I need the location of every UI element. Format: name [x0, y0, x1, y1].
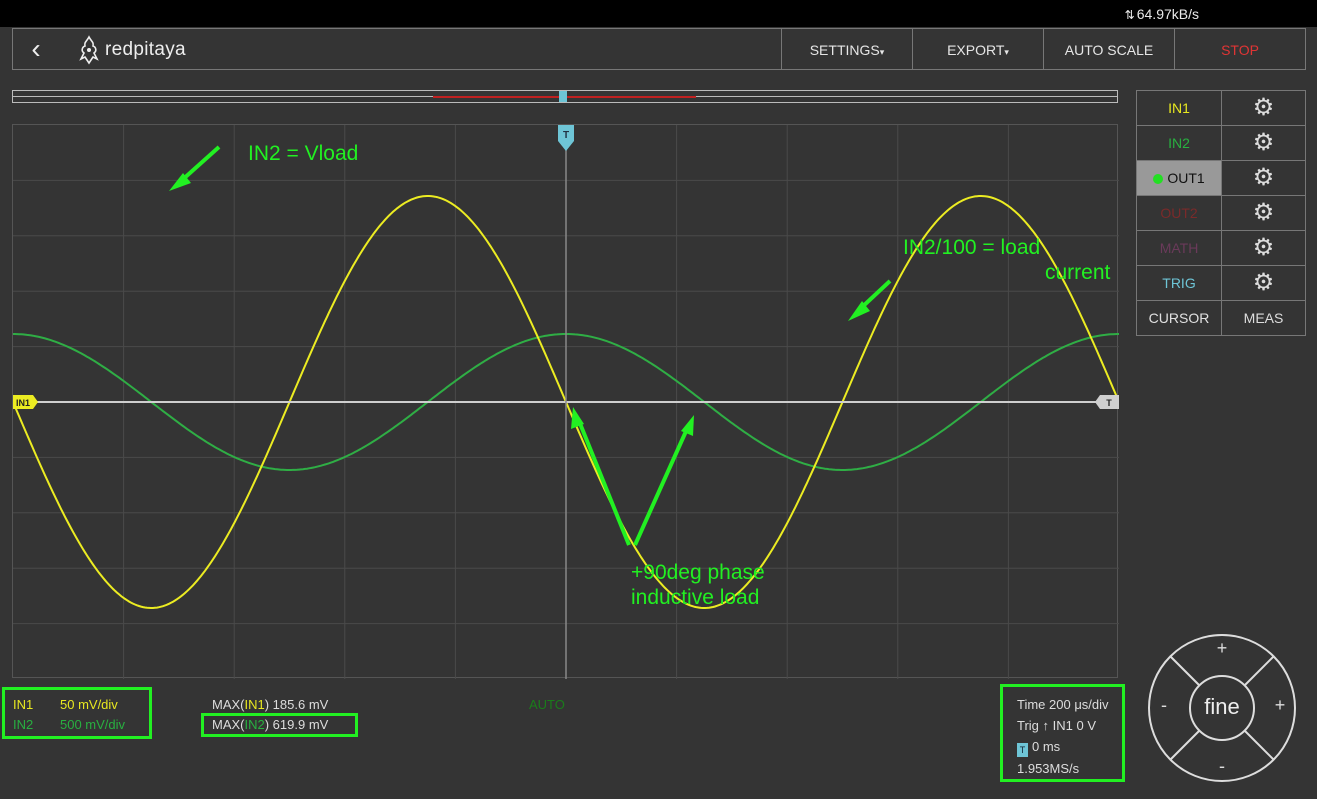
top-status-bar: ⇅ 64.97kB/s	[0, 0, 1317, 27]
gear-icon[interactable]: ⚙	[1222, 161, 1305, 195]
channel-row-math: MATH ⚙	[1137, 231, 1305, 266]
in2-scale-value: 500 mV/div	[60, 717, 126, 732]
speed-value: 64.97kB/s	[1136, 6, 1199, 22]
network-speed: ⇅ 64.97kB/s	[1125, 6, 1199, 22]
fine-button[interactable]: fine	[1190, 694, 1254, 720]
annotation-phase-line1: +90deg phase	[631, 561, 765, 584]
sample-rate: 1.953MS/s	[1017, 761, 1080, 776]
trigger-time-marker[interactable]: T	[558, 125, 574, 151]
trig-prefix: Trig	[1017, 718, 1039, 733]
m1-prefix: MAX(	[212, 697, 245, 712]
annotation-current-line1: IN2/100 = load	[903, 236, 1041, 259]
channel-row-out1: OUT1 ⚙	[1137, 161, 1305, 196]
m2-channel: IN2	[244, 717, 265, 732]
navigation-knob: fine + - + -	[1146, 632, 1298, 784]
in1-offset-marker[interactable]: IN1	[13, 395, 38, 409]
measurement-in2-box: MAX(IN2) 619.9 mV	[201, 713, 358, 737]
knob-right-button[interactable]: +	[1270, 695, 1290, 716]
gear-icon[interactable]: ⚙	[1222, 126, 1305, 160]
annotation-phase-line2: inductive load	[631, 586, 760, 609]
waveform-plot: T IN1 T	[13, 125, 1119, 679]
back-button[interactable]: ‹	[21, 33, 51, 65]
trigger-badge-icon: T	[1017, 743, 1028, 757]
transfer-arrows-icon: ⇅	[1124, 8, 1135, 22]
m1-value: ) 185.6 mV	[264, 697, 329, 712]
trigger-time-marker-label: T	[563, 130, 569, 141]
in1-scale-label: IN1	[13, 697, 34, 712]
active-dot-icon	[1153, 174, 1164, 184]
tools-row: CURSOR MEAS	[1137, 301, 1305, 336]
settings-label: SETTINGS	[809, 42, 880, 58]
trig-source: IN1 0 V	[1052, 718, 1097, 733]
cursor-button[interactable]: CURSOR	[1137, 301, 1222, 335]
export-menu-button[interactable]: EXPORT▾	[912, 29, 1043, 69]
channel-in1-button[interactable]: IN1	[1137, 91, 1222, 125]
gear-icon[interactable]: ⚙	[1222, 91, 1305, 125]
channel-out1-label: OUT1	[1167, 170, 1205, 186]
trigger-mode: AUTO	[529, 697, 565, 712]
stop-label: STOP	[1221, 42, 1259, 58]
channel-row-out2: OUT2 ⚙	[1137, 196, 1305, 231]
channel-math-button[interactable]: MATH	[1137, 231, 1222, 265]
trigger-level-marker[interactable]: T	[1095, 395, 1119, 409]
gear-icon[interactable]: ⚙	[1222, 196, 1305, 230]
rising-edge-icon: ↑	[1042, 718, 1050, 733]
trigger-level-marker-label: T	[1106, 398, 1112, 408]
channel-trig-button[interactable]: TRIG	[1137, 266, 1222, 300]
channel-row-in2: IN2 ⚙	[1137, 126, 1305, 161]
settings-menu-button[interactable]: SETTINGS▾	[781, 29, 912, 69]
channel-panel: IN1 ⚙ IN2 ⚙ OUT1 ⚙ OUT2 ⚙ MATH ⚙ TRIG ⚙ …	[1136, 90, 1306, 336]
channel-out1-button[interactable]: OUT1	[1137, 161, 1222, 195]
buffer-trigger-marker[interactable]	[559, 91, 567, 102]
channel-out2-button[interactable]: OUT2	[1137, 196, 1222, 230]
knob-left-button[interactable]: -	[1154, 695, 1174, 716]
timebase-info: Time 200 μs/div Trig ↑ IN1 0 V T 0 ms 1.9…	[1000, 684, 1125, 782]
redpitaya-logo-icon	[79, 35, 99, 65]
annotation-current-line2: current	[1045, 261, 1111, 284]
time-per-div: Time 200 μs/div	[1017, 697, 1109, 712]
stop-button[interactable]: STOP	[1174, 29, 1305, 69]
measurement-in1: MAX(IN1) 185.6 mV	[212, 697, 328, 712]
channel-row-trig: TRIG ⚙	[1137, 266, 1305, 301]
meas-button[interactable]: MEAS	[1222, 301, 1305, 335]
time-offset: T 0 ms	[1017, 739, 1060, 757]
m1-channel: IN1	[244, 697, 265, 712]
offset-value: 0 ms	[1032, 739, 1061, 754]
m2-value: ) 619.9 mV	[264, 717, 329, 732]
caret-down-icon: ▾	[879, 47, 885, 57]
channel-in2-button[interactable]: IN2	[1137, 126, 1222, 160]
autoscale-label: AUTO SCALE	[1064, 42, 1154, 58]
export-label: EXPORT	[947, 42, 1005, 58]
channel-scale-info: IN1 50 mV/div IN2 500 mV/div	[2, 687, 152, 739]
knob-up-button[interactable]: +	[1212, 638, 1232, 659]
oscilloscope-display[interactable]: T IN1 T IN2 = Vload IN2/100 = load curre…	[12, 124, 1119, 679]
chevron-left-icon: ‹	[31, 33, 41, 64]
in1-scale-value: 50 mV/div	[60, 697, 118, 712]
navbar: ‹ redpitaya SETTINGS▾ EXPORT▾ AUTO SCALE…	[12, 28, 1306, 70]
gear-icon[interactable]: ⚙	[1222, 266, 1305, 300]
channel-row-in1: IN1 ⚙	[1137, 91, 1305, 126]
in2-scale-label: IN2	[13, 717, 34, 732]
in1-offset-marker-label: IN1	[16, 398, 30, 408]
annotation-arrows	[169, 145, 892, 546]
gear-icon[interactable]: ⚙	[1222, 231, 1305, 265]
trigger-info: Trig ↑ IN1 0 V	[1017, 718, 1096, 733]
buffer-overview-bar[interactable]	[12, 90, 1118, 103]
m2-prefix: MAX(	[212, 717, 245, 732]
measurement-in2: MAX(IN2) 619.9 mV	[212, 717, 328, 732]
logo: redpitaya	[77, 33, 186, 67]
autoscale-button[interactable]: AUTO SCALE	[1043, 29, 1174, 69]
knob-down-button[interactable]: -	[1212, 756, 1232, 777]
annotation-vload: IN2 = Vload	[248, 142, 359, 165]
caret-down-icon: ▾	[1004, 47, 1009, 57]
logo-text: redpitaya	[105, 39, 186, 60]
